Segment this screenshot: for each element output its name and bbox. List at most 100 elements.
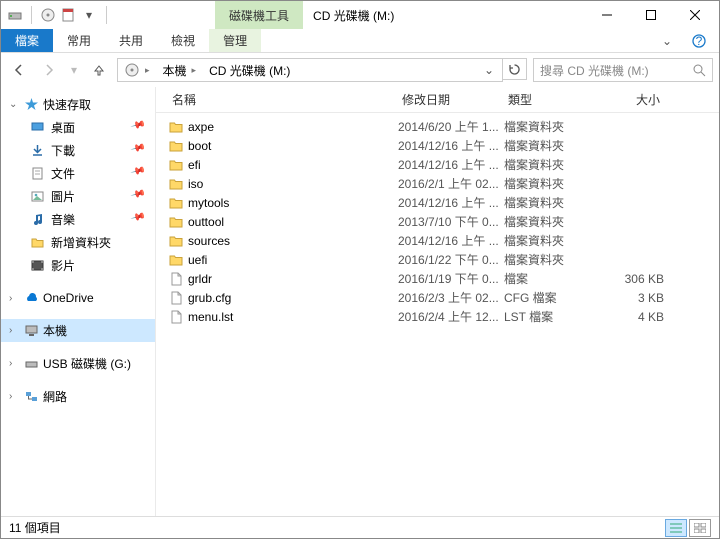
contextual-tab-header: 磁碟機工具 (215, 1, 303, 29)
file-type: LST 檔案 (504, 308, 604, 325)
tab-manage[interactable]: 管理 (209, 29, 261, 52)
crumb-drive-icon[interactable]: ▸ (120, 60, 157, 80)
status-text: 11 個項目 (9, 519, 61, 536)
sidebar-item-desktop[interactable]: 桌面📌 (1, 116, 155, 139)
file-row[interactable]: mytools2014/12/16 上午 ...檔案資料夾 (156, 193, 719, 212)
sidebar-item-folder[interactable]: 新增資料夾 (1, 231, 155, 254)
file-row[interactable]: uefi2016/1/22 下午 0...檔案資料夾 (156, 250, 719, 269)
file-date: 2016/1/19 下午 0... (398, 270, 504, 287)
sidebar-item-pic[interactable]: 圖片📌 (1, 185, 155, 208)
file-name: grub.cfg (188, 291, 398, 305)
col-type[interactable]: 類型 (504, 91, 604, 108)
file-icon (168, 309, 188, 325)
nav-onedrive[interactable]: › OneDrive (1, 287, 155, 309)
col-name[interactable]: 名稱 (168, 91, 398, 108)
desktop-icon (29, 120, 45, 136)
nav-quick-access[interactable]: ⌄ 快速存取 (1, 93, 155, 116)
tab-home[interactable]: 常用 (53, 29, 105, 52)
maximize-button[interactable] (629, 1, 673, 29)
close-button[interactable] (673, 1, 717, 29)
file-row[interactable]: menu.lst2016/2/4 上午 12...LST 檔案4 KB (156, 307, 719, 326)
file-row[interactable]: grub.cfg2016/2/3 上午 02...CFG 檔案3 KB (156, 288, 719, 307)
tab-share[interactable]: 共用 (105, 29, 157, 52)
search-placeholder: 搜尋 CD 光碟機 (M:) (540, 62, 649, 79)
sidebar-item-video[interactable]: 影片 (1, 254, 155, 277)
sidebar-item-download[interactable]: 下載📌 (1, 139, 155, 162)
ribbon-expand-icon[interactable]: ⌄ (655, 29, 679, 52)
address-box[interactable]: ▸ 本機▸ CD 光碟機 (M:) ⌄ (117, 58, 503, 82)
file-view: 名稱 修改日期 類型 大小 axpe2014/6/20 上午 1...檔案資料夾… (156, 87, 719, 516)
file-name: iso (188, 177, 398, 191)
file-size: 306 KB (604, 272, 664, 286)
up-button[interactable] (87, 58, 111, 82)
file-name: sources (188, 234, 398, 248)
col-date[interactable]: 修改日期 (398, 91, 504, 108)
file-date: 2014/12/16 上午 ... (398, 194, 504, 211)
search-icon (693, 64, 706, 77)
file-date: 2016/1/22 下午 0... (398, 251, 504, 268)
back-button[interactable] (7, 58, 31, 82)
pin-icon: 📌 (129, 118, 152, 138)
crumb-current[interactable]: CD 光碟機 (M:) (205, 60, 294, 81)
disc-qat-icon[interactable] (40, 7, 56, 23)
crumb-thispc[interactable]: 本機▸ (159, 60, 204, 81)
recent-dropdown[interactable]: ▾ (67, 58, 81, 82)
file-row[interactable]: outtool2013/7/10 下午 0...檔案資料夾 (156, 212, 719, 231)
nav-usb-drive[interactable]: › USB 磁碟機 (G:) (1, 352, 155, 375)
music-icon (29, 212, 45, 228)
expand-icon[interactable]: › (9, 391, 19, 402)
properties-qat-icon[interactable] (60, 7, 76, 23)
file-name: menu.lst (188, 310, 398, 324)
pin-icon: 📌 (129, 187, 152, 207)
nav-thispc[interactable]: › 本機 (1, 319, 155, 342)
col-size[interactable]: 大小 (604, 91, 664, 108)
navigation-pane[interactable]: ⌄ 快速存取 桌面📌下載📌文件📌圖片📌音樂📌新增資料夾影片 › OneDrive… (1, 87, 156, 516)
pin-icon: 📌 (129, 164, 152, 184)
help-icon[interactable]: ? (679, 29, 719, 52)
svg-text:?: ? (696, 34, 703, 48)
expand-icon[interactable]: › (9, 325, 19, 336)
download-icon (29, 143, 45, 159)
window-controls (585, 1, 717, 29)
cloud-icon (23, 290, 39, 306)
tab-file[interactable]: 檔案 (1, 29, 53, 52)
refresh-button[interactable] (503, 58, 527, 80)
minimize-button[interactable] (585, 1, 629, 29)
qat-dropdown[interactable]: ▾ (80, 8, 98, 22)
file-name: grldr (188, 272, 398, 286)
file-list[interactable]: axpe2014/6/20 上午 1...檔案資料夾boot2014/12/16… (156, 113, 719, 516)
file-row[interactable]: sources2014/12/16 上午 ...檔案資料夾 (156, 231, 719, 250)
status-bar: 11 個項目 (1, 516, 719, 538)
file-row[interactable]: efi2014/12/16 上午 ...檔案資料夾 (156, 155, 719, 174)
folder-icon (168, 157, 188, 173)
file-date: 2016/2/4 上午 12... (398, 308, 504, 325)
expand-icon[interactable]: ⌄ (9, 99, 19, 110)
search-input[interactable]: 搜尋 CD 光碟機 (M:) (533, 58, 713, 82)
file-type: 檔案資料夾 (504, 251, 604, 268)
file-row[interactable]: axpe2014/6/20 上午 1...檔案資料夾 (156, 117, 719, 136)
file-date: 2016/2/3 上午 02... (398, 289, 504, 306)
expand-icon[interactable]: › (9, 358, 19, 369)
file-row[interactable]: grldr2016/1/19 下午 0...檔案306 KB (156, 269, 719, 288)
expand-icon[interactable]: › (9, 293, 19, 304)
folder-icon (168, 252, 188, 268)
file-date: 2014/12/16 上午 ... (398, 232, 504, 249)
details-view-button[interactable] (665, 519, 687, 537)
icons-view-button[interactable] (689, 519, 711, 537)
sidebar-item-music[interactable]: 音樂📌 (1, 208, 155, 231)
tab-view[interactable]: 檢視 (157, 29, 209, 52)
nav-network[interactable]: › 網路 (1, 385, 155, 408)
body: ⌄ 快速存取 桌面📌下載📌文件📌圖片📌音樂📌新增資料夾影片 › OneDrive… (1, 87, 719, 516)
forward-button[interactable] (37, 58, 61, 82)
sidebar-item-doc[interactable]: 文件📌 (1, 162, 155, 185)
file-row[interactable]: boot2014/12/16 上午 ...檔案資料夾 (156, 136, 719, 155)
file-name: efi (188, 158, 398, 172)
file-date: 2016/2/1 上午 02... (398, 175, 504, 192)
file-type: 檔案資料夾 (504, 194, 604, 211)
file-row[interactable]: iso2016/2/1 上午 02...檔案資料夾 (156, 174, 719, 193)
file-size: 3 KB (604, 291, 664, 305)
pin-icon: 📌 (129, 210, 152, 230)
window-title: CD 光碟機 (M:) (303, 7, 404, 24)
file-type: 檔案資料夾 (504, 213, 604, 230)
address-dropdown-icon[interactable]: ⌄ (478, 63, 500, 77)
